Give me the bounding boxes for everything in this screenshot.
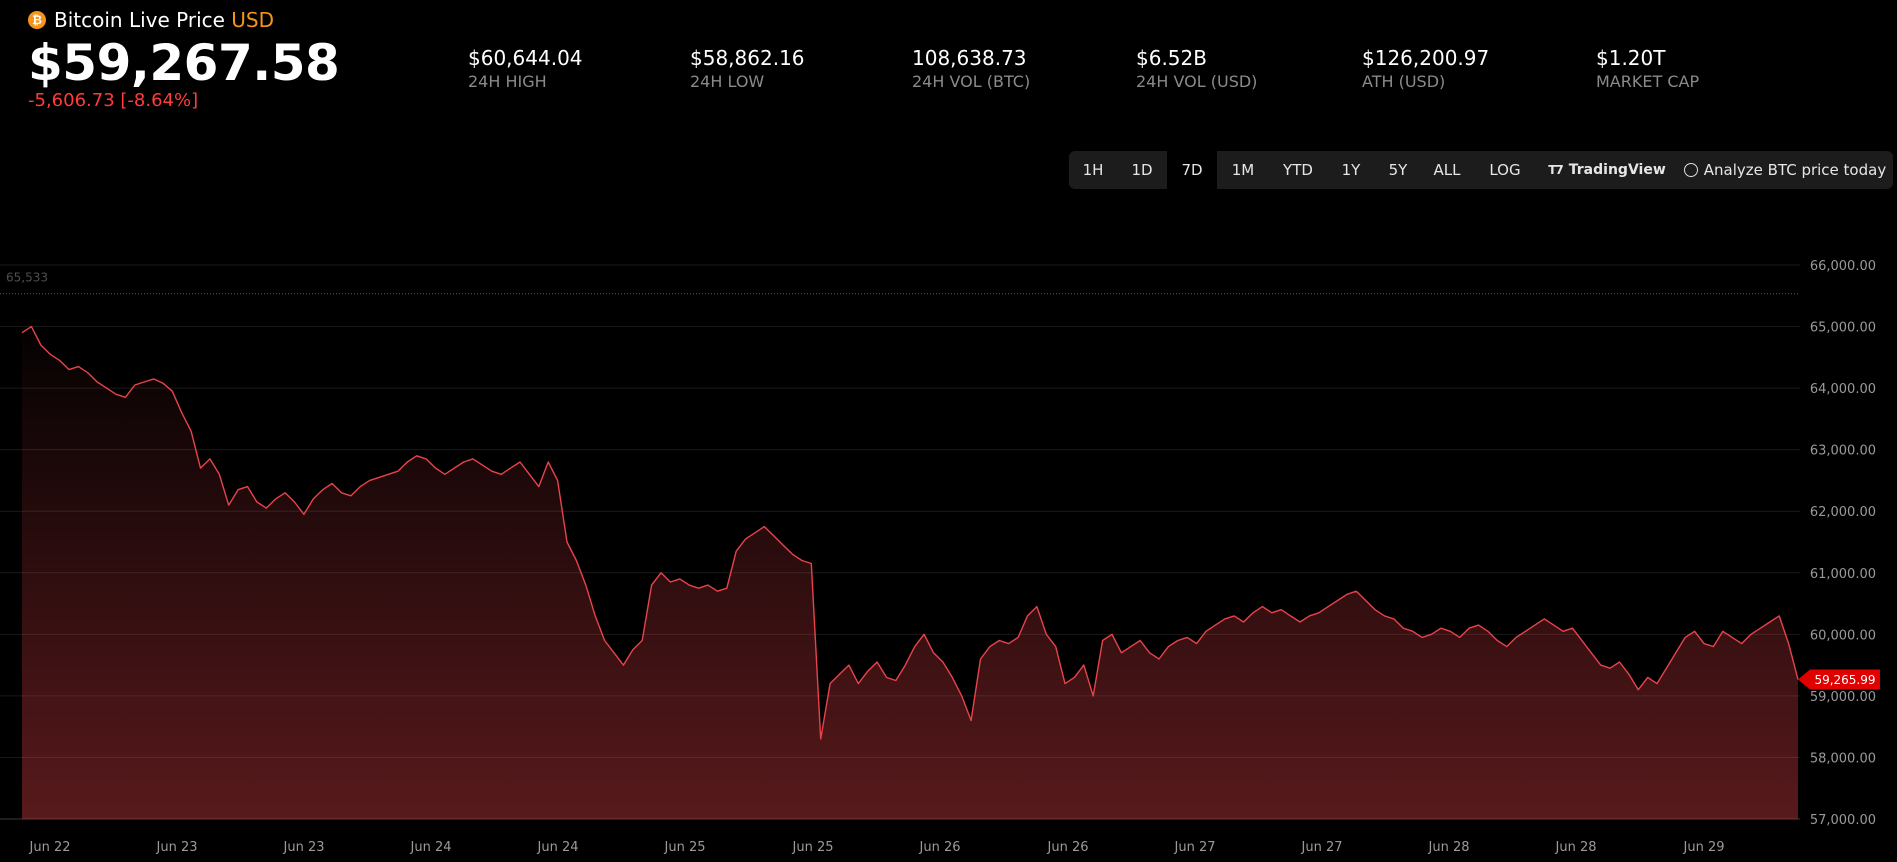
y-tick-label: 58,000.00 [1810,751,1876,766]
x-axis: Jun 22 Jun 23 Jun 23 Jun 24 Jun 24 Jun 25 Jun … [29,840,1725,855]
x-tick-label: Jun 28 [1428,840,1470,855]
y-tick-label: 59,000.00 [1810,690,1876,705]
x-tick-label: Jun 25 [792,840,834,855]
y-tick-label: 66,000.00 [1810,259,1876,274]
x-tick-label: Jun 25 [664,840,706,855]
x-tick-label: Jun 29 [1683,840,1725,855]
y-tick-label: 61,000.00 [1810,567,1876,582]
x-tick-label: Jun 26 [919,840,961,855]
y-tick-label: 63,000.00 [1810,444,1876,459]
x-tick-label: Jun 27 [1301,840,1343,855]
y-tick-label: 65,000.00 [1810,321,1876,336]
y-tick-label: 62,000.00 [1810,505,1876,520]
last-price-tag-group: 59,265.99 [1798,669,1880,690]
y-axis: 57,000.00 58,000.00 59,000.00 60,000.00 61,0… [1810,259,1876,828]
reference-line-label: 65,533 [6,271,48,285]
x-tick-label: Jun 23 [283,840,325,855]
last-price-tag-label: 59,265.99 [1814,673,1875,687]
y-tick-label: 60,000.00 [1810,628,1876,643]
x-tick-label: Jun 22 [29,840,71,855]
x-tick-label: Jun 26 [1047,840,1089,855]
y-tick-label: 64,000.00 [1810,382,1876,397]
x-tick-label: Jun 27 [1174,840,1216,855]
x-tick-label: Jun 24 [537,840,579,855]
x-tick-label: Jun 28 [1555,840,1597,855]
price-chart[interactable]: 65,533 57,000.00 58,000.00 59,000.00 60,000… [0,0,1897,862]
x-tick-label: Jun 24 [410,840,452,855]
y-tick-label: 57,000.00 [1810,813,1876,828]
x-tick-label: Jun 23 [156,840,198,855]
